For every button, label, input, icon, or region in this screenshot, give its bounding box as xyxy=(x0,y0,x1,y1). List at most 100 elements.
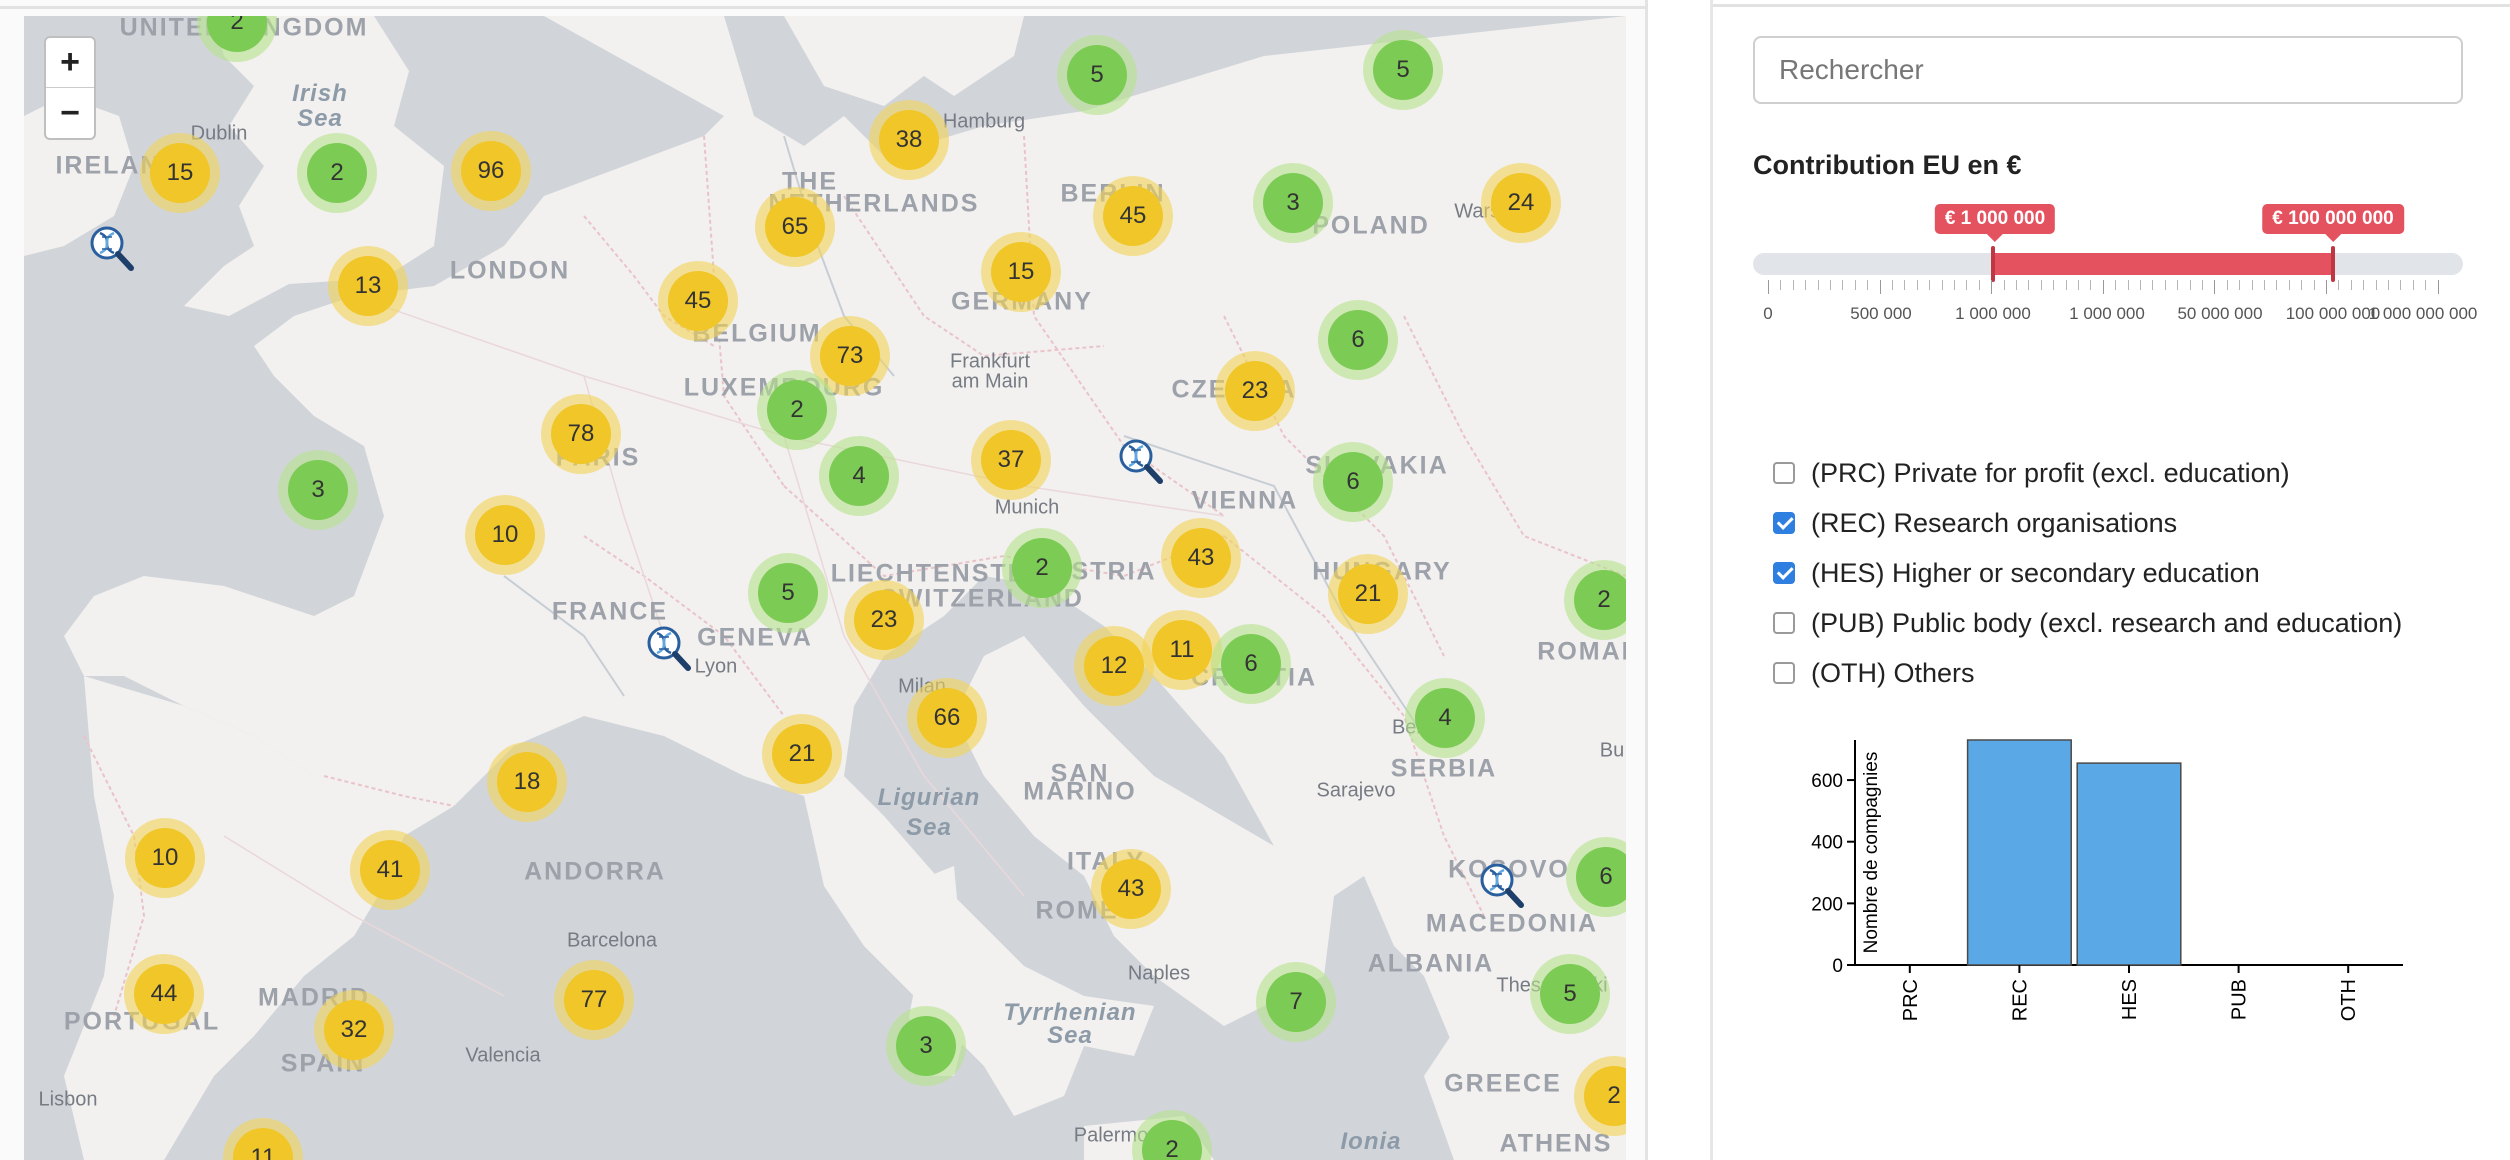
slider-min-handle[interactable] xyxy=(1991,246,1995,282)
map-cluster-yellow[interactable]: 96 xyxy=(451,131,531,211)
cluster-count: 15 xyxy=(991,242,1051,302)
map-cluster-green[interactable]: 6 xyxy=(1318,300,1398,380)
contribution-title: Contribution EU en € xyxy=(1753,150,2022,180)
filter-checkbox[interactable] xyxy=(1773,612,1795,634)
slider-tick xyxy=(2028,280,2030,290)
slider-tick xyxy=(2053,280,2055,290)
map-cluster-yellow[interactable]: 41 xyxy=(350,830,430,910)
slider-tick xyxy=(1817,280,1819,290)
map-cluster-yellow[interactable]: 45 xyxy=(658,261,738,341)
slider-tick xyxy=(2152,280,2154,290)
slider-min-value-label: € 1 000 000 xyxy=(1934,204,2056,234)
x-tick-label: REC xyxy=(2009,979,2031,1021)
map-cluster-yellow[interactable]: 15 xyxy=(140,133,220,213)
slider-tick xyxy=(2400,280,2402,290)
map-cluster-yellow[interactable]: 43 xyxy=(1091,849,1171,929)
map-cluster-yellow[interactable]: 43 xyxy=(1161,518,1241,598)
filter-checkbox[interactable] xyxy=(1773,562,1795,584)
cluster-count: 6 xyxy=(1328,310,1388,370)
map-cluster-green[interactable]: 3 xyxy=(886,1006,966,1086)
slider-tick xyxy=(2437,280,2439,294)
slider-tick xyxy=(2313,280,2315,290)
map-cluster-yellow[interactable]: 18 xyxy=(487,742,567,822)
zoom-out-button[interactable]: − xyxy=(46,88,94,138)
filter-option[interactable]: (OTH) Others xyxy=(1773,648,2402,698)
cluster-count: 7 xyxy=(1266,972,1326,1032)
map-cluster-yellow[interactable]: 10 xyxy=(125,818,205,898)
app-page: UNITED KINGDOM Irish Sea Dublin IRELAND LONDO… xyxy=(0,0,2510,1160)
map-cluster-yellow[interactable]: 77 xyxy=(554,960,634,1040)
contribution-range-slider[interactable]: € 1 000 000 € 100 000 000 0 500 000 1 000 … xyxy=(1753,200,2477,340)
map-cluster-green[interactable]: 5 xyxy=(1057,35,1137,115)
map-cluster-yellow[interactable]: 24 xyxy=(1481,163,1561,243)
slider-tick xyxy=(2276,280,2278,290)
map-cluster-yellow[interactable]: 11 xyxy=(1142,610,1222,690)
map-cluster-green[interactable]: 3 xyxy=(1253,163,1333,243)
cluster-count: 2 xyxy=(767,380,827,440)
cluster-count: 45 xyxy=(668,271,728,331)
filter-checkbox[interactable] xyxy=(1773,662,1795,684)
map[interactable]: UNITED KINGDOM Irish Sea Dublin IRELAND LONDO… xyxy=(24,16,1626,1160)
map-cluster-yellow[interactable]: 21 xyxy=(762,714,842,794)
cluster-count: 3 xyxy=(896,1016,956,1076)
map-cluster-green[interactable]: 7 xyxy=(1256,962,1336,1042)
map-cluster-green[interactable]: 5 xyxy=(1530,954,1610,1034)
map-cluster-yellow[interactable]: 10 xyxy=(465,495,545,575)
cluster-count: 21 xyxy=(1338,564,1398,624)
map-cluster-yellow[interactable]: 66 xyxy=(907,678,987,758)
cluster-count: 23 xyxy=(854,590,914,650)
search-input[interactable] xyxy=(1753,36,2463,104)
slider-max-handle[interactable] xyxy=(2331,246,2335,282)
filter-option[interactable]: (PRC) Private for profit (excl. educatio… xyxy=(1773,448,2402,498)
map-cluster-green[interactable]: 4 xyxy=(1405,678,1485,758)
slider-max-value-label: € 100 000 000 xyxy=(2262,204,2404,234)
map-cluster-yellow[interactable]: 45 xyxy=(1093,176,1173,256)
slider-tick xyxy=(1916,280,1918,290)
filter-checkbox[interactable] xyxy=(1773,462,1795,484)
map-cluster-yellow[interactable]: 23 xyxy=(844,580,924,660)
map-cluster-green[interactable]: 2 xyxy=(757,370,837,450)
map-cluster-yellow[interactable]: 12 xyxy=(1074,626,1154,706)
map-cluster-yellow[interactable]: 65 xyxy=(755,187,835,267)
map-cluster-yellow[interactable]: 32 xyxy=(314,990,394,1070)
slider-tick xyxy=(2326,280,2327,294)
filter-option[interactable]: (HES) Higher or secondary education xyxy=(1773,548,2402,598)
slider-tick xyxy=(2090,280,2092,290)
map-cluster-yellow[interactable]: 23 xyxy=(1215,351,1295,431)
cluster-count: 11 xyxy=(1152,620,1212,680)
map-cluster-green[interactable]: 2 xyxy=(297,133,377,213)
map-cluster-green[interactable]: 6 xyxy=(1313,442,1393,522)
dna-search-icon[interactable] xyxy=(644,623,692,673)
map-cluster-yellow[interactable]: 44 xyxy=(124,954,204,1034)
cluster-count: 18 xyxy=(497,752,557,812)
filter-label: (OTH) Others xyxy=(1811,657,1975,688)
map-cluster-yellow[interactable]: 13 xyxy=(328,246,408,326)
map-cluster-green[interactable]: 2 xyxy=(1002,528,1082,608)
map-cluster-yellow[interactable]: 37 xyxy=(971,420,1051,500)
map-cluster-yellow[interactable]: 78 xyxy=(541,394,621,474)
cluster-count: 21 xyxy=(772,724,832,784)
y-tick-label: 0 xyxy=(1832,956,1843,977)
map-cluster-green[interactable]: 4 xyxy=(819,436,899,516)
dna-search-icon[interactable] xyxy=(1477,860,1525,910)
cluster-count: 41 xyxy=(360,840,420,900)
slider-tick xyxy=(1805,280,1807,290)
zoom-in-button[interactable]: + xyxy=(46,38,94,88)
y-tick-label: 600 xyxy=(1811,771,1843,792)
map-cluster-yellow[interactable]: 15 xyxy=(981,232,1061,312)
slider-tick xyxy=(1867,280,1869,290)
map-cluster-green[interactable]: 3 xyxy=(278,450,358,530)
x-tick-label: PRC xyxy=(1900,979,1922,1021)
map-cluster-yellow[interactable]: 38 xyxy=(869,100,949,180)
map-cluster-green[interactable]: 6 xyxy=(1211,624,1291,704)
cluster-count: 13 xyxy=(338,256,398,316)
slider-tick xyxy=(2363,280,2365,290)
map-cluster-green[interactable]: 5 xyxy=(1363,30,1443,110)
map-cluster-green[interactable]: 5 xyxy=(748,553,828,633)
filter-option[interactable]: (REC) Research organisations xyxy=(1773,498,2402,548)
filter-option[interactable]: (PUB) Public body (excl. research and ed… xyxy=(1773,598,2402,648)
dna-search-icon[interactable] xyxy=(1116,436,1164,486)
dna-search-icon[interactable] xyxy=(87,223,135,273)
filter-checkbox[interactable] xyxy=(1773,512,1795,534)
map-cluster-yellow[interactable]: 21 xyxy=(1328,554,1408,634)
